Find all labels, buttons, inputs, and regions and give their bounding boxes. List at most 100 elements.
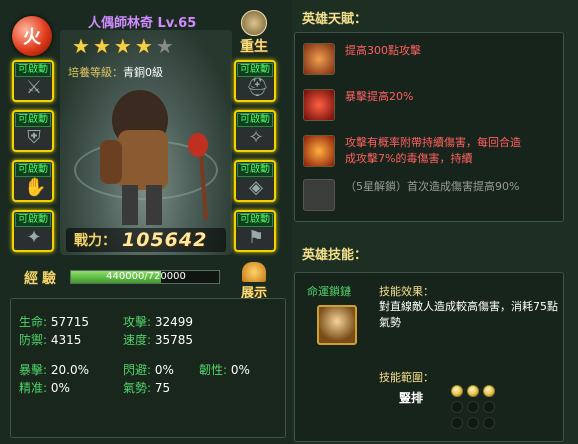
cultivation-label: 培養等級： — [68, 66, 123, 79]
talent-item[interactable]: 提高300點攻擊 — [303, 43, 559, 75]
stat-def-label: 防禦: — [19, 333, 48, 347]
stat-acc-value: 0% — [50, 381, 70, 395]
talent-item[interactable]: 攻擊有概率附帶持續傷害，每回合造成攻擊7%的毒傷害，持續 — [303, 135, 559, 167]
stat-acc-label: 精准: — [19, 381, 48, 395]
equip-slot-left-2[interactable]: 可啟動 ⛨ — [12, 110, 54, 152]
equip-slot-left-3[interactable]: 可啟動 ✋ — [12, 160, 54, 202]
equip-slot-right-4[interactable]: 可啟動 ⚑ — [234, 210, 276, 252]
range-cell — [467, 401, 479, 413]
combat-power: 戰力： 105642 — [66, 228, 226, 252]
skill-name: 命運鎖鏈 — [307, 285, 351, 298]
stat-hp: 生命: 57715 — [19, 313, 89, 330]
stats-panel: 生命: 57715 攻擊: 32499 防禦: 4315 速度: 35785 暴… — [10, 298, 286, 438]
stat-def-value: 4315 — [50, 333, 82, 347]
stat-qi-value: 75 — [154, 381, 171, 395]
stat-acc: 精准: 0% — [19, 379, 70, 396]
slot-tag: 可啟動 — [15, 163, 51, 177]
fire-element-icon: 火 — [12, 16, 52, 56]
equip-slot-right-3[interactable]: 可啟動 ◈ — [234, 160, 276, 202]
gear-icon: ⛑ — [246, 77, 269, 98]
talents-title: 英雄天賦： — [302, 12, 368, 27]
gear-icon: ✋ — [24, 177, 47, 198]
skill-chain-icon[interactable] — [317, 305, 357, 345]
power-label: 戰力： — [74, 233, 116, 249]
equip-slot-left-4[interactable]: 可啟動 ✦ — [12, 210, 54, 252]
stat-tough: 韌性: 0% — [199, 361, 250, 378]
equip-slot-right-2[interactable]: 可啟動 ✧ — [234, 110, 276, 152]
skill-range-label: 技能範圍： — [379, 371, 434, 384]
slot-tag: 可啟動 — [15, 113, 51, 127]
stat-hp-label: 生命: — [19, 315, 48, 329]
slot-tag: 可啟動 — [237, 163, 273, 177]
stat-hp-value: 57715 — [50, 315, 90, 329]
range-cell — [483, 401, 495, 413]
equip-slot-right-1[interactable]: 可啟動 ⛑ — [234, 60, 276, 102]
show-button[interactable]: 展示 — [234, 262, 274, 301]
cultivation-level: 培養等級：青銅0級 — [68, 64, 163, 80]
slot-tag: 可啟動 — [15, 213, 51, 227]
star-rating: ★ ★ ★ ★ ★ — [72, 36, 174, 56]
stat-atk-value: 32499 — [154, 315, 194, 329]
equip-slot-left-1[interactable]: 可啟動 ⚔ — [12, 60, 54, 102]
stat-crit: 暴擊: 20.0% — [19, 361, 89, 378]
gear-icon: ⛨ — [27, 127, 41, 148]
stat-tough-value: 0% — [230, 363, 250, 377]
star-filled-icon: ★ — [134, 34, 153, 58]
hero-name: 人偶師林奇 Lv.65 — [88, 16, 197, 31]
skill-title: 英雄技能： — [302, 248, 368, 263]
skill-effect-text: 對直線敵人造成較高傷害，消耗75點氣勢 — [379, 300, 558, 329]
stat-atk-label: 攻擊: — [123, 315, 152, 329]
slot-tag: 可啟動 — [237, 63, 273, 77]
stat-atk: 攻擊: 32499 — [123, 313, 193, 330]
talent-item[interactable]: 暴擊提高20% — [303, 89, 559, 121]
exp-text: 440000/720000 — [106, 271, 186, 282]
star-filled-icon: ★ — [92, 34, 111, 58]
gear-icon: ✦ — [26, 227, 42, 248]
stat-qi-label: 氣勢: — [123, 381, 152, 395]
stat-tough-label: 韌性: — [199, 363, 228, 377]
critical-icon — [303, 89, 335, 121]
gear-icon: ⚔ — [25, 77, 43, 98]
stat-dodge: 閃避: 0% — [123, 361, 174, 378]
star-filled-icon: ★ — [72, 34, 90, 58]
range-cell — [451, 401, 463, 413]
range-cell — [467, 417, 479, 429]
power-value: 105642 — [122, 229, 208, 251]
hero-abilities-panel: 英雄天賦： 提高300點攻擊 暴擊提高20% 攻擊有概率附帶持續傷害，每回合造成… — [294, 10, 576, 442]
stat-crit-value: 20.0% — [50, 363, 89, 377]
stat-spd-value: 35785 — [154, 333, 194, 347]
star-empty-icon: ★ — [155, 34, 174, 58]
poison-icon — [303, 135, 335, 167]
stat-def: 防禦: 4315 — [19, 331, 81, 348]
range-cell-active — [451, 385, 463, 397]
star-filled-icon: ★ — [113, 34, 132, 58]
talent-text: 暴擊提高20% — [345, 90, 414, 103]
skill-range-grid — [451, 385, 495, 429]
hero-detail-window: 火 人偶師林奇 Lv.65 ★ ★ ★ ★ ★ 重生 培養等級：青銅0級 可啟動 ⚔ 可啟… — [0, 0, 578, 444]
rebirth-label: 重生 — [240, 39, 268, 55]
talent-item[interactable]: （5星解鎖）首次造成傷害提高90% — [303, 179, 559, 211]
skill-panel: 命運鎖鏈 技能效果： 對直線敵人造成較高傷害，消耗75點氣勢 技能範圍： 豎排 — [294, 272, 564, 442]
fist-icon — [303, 43, 335, 75]
range-cell-active — [467, 385, 479, 397]
slot-tag: 可啟動 — [237, 213, 273, 227]
talent-text: 攻擊有概率附帶持續傷害，每回合造成攻擊7%的毒傷害，持續 — [345, 136, 521, 165]
exp-bar: 440000/720000 — [70, 270, 220, 284]
talent-text: （5星解鎖）首次造成傷害提高90% — [345, 180, 520, 193]
rebirth-button[interactable]: 重生 — [234, 10, 274, 56]
gear-icon: ✧ — [248, 127, 264, 148]
talent-text: 提高300點攻擊 — [345, 44, 421, 57]
locked-talent-icon — [303, 179, 335, 211]
hero-info-panel: 火 人偶師林奇 Lv.65 ★ ★ ★ ★ ★ 重生 培養等級：青銅0級 可啟動 ⚔ 可啟… — [0, 0, 292, 444]
exp-label: 經驗 — [24, 271, 60, 287]
cultivation-value: 青銅0級 — [123, 66, 163, 79]
stat-qi: 氣勢: 75 — [123, 379, 170, 396]
stat-spd-label: 速度: — [123, 333, 152, 347]
gear-icon: ⚑ — [247, 227, 265, 248]
slot-tag: 可啟動 — [15, 63, 51, 77]
horn-icon — [242, 262, 266, 282]
range-cell-active — [483, 385, 495, 397]
gear-icon: ◈ — [249, 177, 263, 198]
stat-crit-label: 暴擊: — [19, 363, 48, 377]
slot-tag: 可啟動 — [237, 113, 273, 127]
